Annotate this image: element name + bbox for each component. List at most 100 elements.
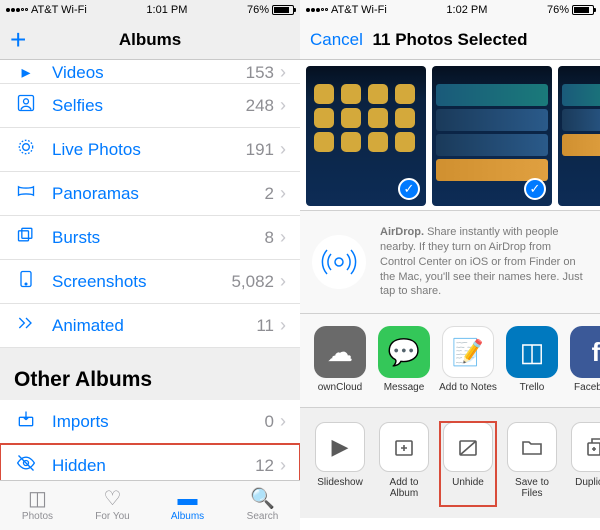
share-apps-row: ☁ ownCloud 💬 Message 📝 Add to Notes ◫ Tr…	[300, 314, 600, 408]
album-label: Live Photos	[52, 140, 246, 160]
unhide-icon	[443, 422, 493, 472]
album-row[interactable]: Screenshots 5,082 ›	[0, 260, 300, 304]
album-row[interactable]: Imports 0 ›	[0, 400, 300, 444]
section-header: Other Albums	[0, 348, 300, 400]
album-count: 248	[246, 96, 274, 116]
chevron-right-icon: ›	[280, 455, 286, 476]
photo-thumbnails: ✓ ✓	[300, 60, 600, 210]
airdrop-text: AirDrop. Share instantly with people nea…	[380, 225, 588, 299]
album-count: 11	[256, 316, 274, 336]
page-title: 11 Photos Selected	[373, 30, 528, 50]
share-facebook[interactable]: f Facebook	[568, 326, 600, 397]
battery-percent: 76%	[247, 4, 269, 16]
status-bar: AT&T Wi-Fi 1:01 PM 76%	[0, 0, 300, 20]
battery-icon	[572, 5, 594, 15]
status-bar: AT&T Wi-Fi 1:02 PM 76%	[300, 0, 600, 20]
selected-check-icon: ✓	[524, 178, 546, 200]
album-count: 5,082	[231, 272, 274, 292]
chevron-right-icon: ›	[280, 411, 286, 432]
album-row[interactable]: Bursts 8 ›	[0, 216, 300, 260]
share-owncloud[interactable]: ☁ ownCloud	[312, 326, 368, 397]
savetofiles-action[interactable]: Save to Files	[504, 422, 560, 506]
album-count: 8	[265, 228, 274, 248]
nav-bar: + Albums	[0, 20, 300, 60]
share-trello[interactable]: ◫ Trello	[504, 326, 560, 397]
hidden-icon	[14, 453, 38, 478]
folder-icon	[507, 422, 557, 472]
photos-tab-icon: ◫	[28, 489, 47, 509]
photo-thumbnail[interactable]: ✓	[432, 66, 552, 206]
album-count: 12	[255, 456, 274, 476]
battery-icon	[272, 5, 294, 15]
album-row[interactable]: ▸ Videos 153 ›	[0, 60, 300, 84]
slideshow-action[interactable]: ▶ Slideshow	[312, 422, 368, 506]
airdrop-section[interactable]: AirDrop. Share instantly with people nea…	[300, 210, 600, 314]
album-label: Videos	[52, 63, 246, 83]
foryou-tab-icon: ♡	[104, 489, 122, 509]
signal-dots	[6, 8, 28, 12]
panoramas-icon	[14, 181, 38, 206]
tab-foryou[interactable]: ♡For You	[75, 481, 150, 530]
photo-thumbnail[interactable]: ✓	[306, 66, 426, 206]
duplicate-icon	[571, 422, 600, 472]
tab-albums[interactable]: ▬Albums	[150, 481, 225, 530]
album-count: 153	[246, 63, 274, 83]
photo-thumbnail[interactable]	[558, 66, 600, 206]
chevron-right-icon: ›	[280, 95, 286, 116]
airdrop-icon	[312, 235, 366, 289]
carrier-label: AT&T Wi-Fi	[31, 4, 87, 16]
album-label: Hidden	[52, 456, 255, 476]
album-label: Selfies	[52, 96, 246, 116]
screenshots-icon	[14, 269, 38, 294]
share-message[interactable]: 💬 Message	[376, 326, 432, 397]
carrier-label: AT&T Wi-Fi	[331, 4, 387, 16]
animated-icon	[14, 313, 38, 338]
album-row[interactable]: Panoramas 2 ›	[0, 172, 300, 216]
duplicate-action[interactable]: Duplicate	[568, 422, 600, 506]
album-count: 191	[246, 140, 274, 160]
album-row[interactable]: Animated 11 ›	[0, 304, 300, 348]
selected-check-icon: ✓	[398, 178, 420, 200]
chevron-right-icon: ›	[280, 139, 286, 160]
album-row[interactable]: Selfies 248 ›	[0, 84, 300, 128]
album-count: 2	[265, 184, 274, 204]
addtoalbum-action[interactable]: Add to Album	[376, 422, 432, 506]
chevron-right-icon: ›	[280, 183, 286, 204]
album-count: 0	[265, 412, 274, 432]
album-label: Animated	[52, 316, 256, 336]
album-label: Screenshots	[52, 272, 231, 292]
tab-bar: ◫Photos ♡For You ▬Albums 🔍Search	[0, 480, 300, 530]
chevron-right-icon: ›	[280, 62, 286, 83]
album-label: Bursts	[52, 228, 265, 248]
videos-icon: ▸	[14, 62, 38, 83]
chevron-right-icon: ›	[280, 227, 286, 248]
bursts-icon	[14, 225, 38, 250]
owncloud-icon: ☁	[314, 326, 366, 378]
selfies-icon	[14, 93, 38, 118]
page-title: Albums	[119, 30, 181, 50]
message-icon: 💬	[378, 326, 430, 378]
share-addtonotes[interactable]: 📝 Add to Notes	[440, 326, 496, 397]
clock: 1:01 PM	[146, 4, 187, 16]
unhide-action[interactable]: Unhide	[440, 422, 496, 506]
notes-icon: 📝	[442, 326, 494, 378]
album-label: Panoramas	[52, 184, 265, 204]
plus-icon: +	[10, 26, 26, 54]
addtoalbum-icon	[379, 422, 429, 472]
clock: 1:02 PM	[446, 4, 487, 16]
action-row: ▶ Slideshow Add to Album Unhide Save to …	[300, 408, 600, 518]
facebook-icon: f	[570, 326, 600, 378]
battery-percent: 76%	[547, 4, 569, 16]
trello-icon: ◫	[506, 326, 558, 378]
tab-search[interactable]: 🔍Search	[225, 481, 300, 530]
album-row[interactable]: Live Photos 191 ›	[0, 128, 300, 172]
chevron-right-icon: ›	[280, 271, 286, 292]
cancel-button[interactable]: Cancel	[310, 30, 363, 50]
albums-tab-icon: ▬	[178, 489, 198, 509]
nav-bar: Cancel 11 Photos Selected	[300, 20, 600, 60]
add-button[interactable]: +	[10, 26, 26, 54]
album-label: Imports	[52, 412, 265, 432]
chevron-right-icon: ›	[280, 315, 286, 336]
tab-photos[interactable]: ◫Photos	[0, 481, 75, 530]
play-icon: ▶	[315, 422, 365, 472]
